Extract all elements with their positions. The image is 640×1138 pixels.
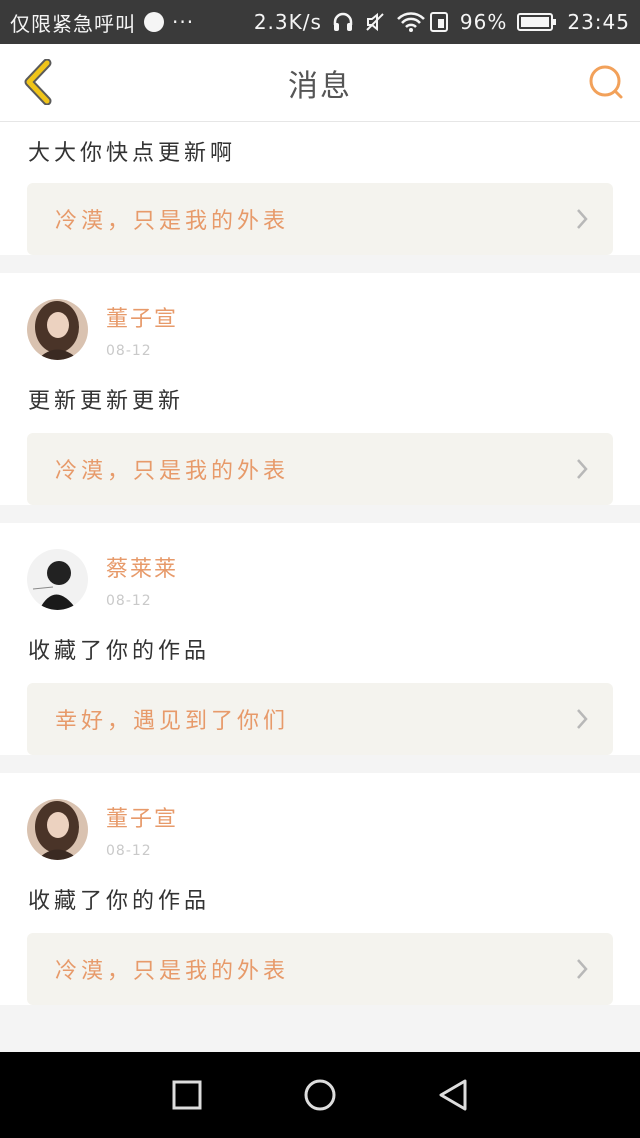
message-date: 08-12 [106, 593, 152, 609]
chevron-right-icon [577, 459, 588, 479]
message-text: 收藏了你的作品 [28, 889, 211, 914]
message-text: 大大你快点更新啊 [28, 141, 237, 166]
message-card: 蔡莱莱 08-12 收藏了你的作品 幸好，遇见到了你们 [0, 523, 640, 755]
referenced-work-title: 冷漠，只是我的外表 [55, 459, 290, 484]
message-text: 更新更新更新 [28, 389, 185, 414]
message-card: 董子宣 08-12 更新更新更新 冷漠，只是我的外表 [0, 273, 640, 505]
referenced-work-link[interactable]: 冷漠，只是我的外表 [27, 183, 613, 255]
back-button[interactable] [14, 58, 62, 106]
message-card: 董子宣 08-12 收藏了你的作品 冷漠，只是我的外表 [0, 773, 640, 1005]
square-icon [172, 1080, 202, 1110]
referenced-work-link[interactable]: 冷漠，只是我的外表 [27, 933, 613, 1005]
referenced-work-title: 冷漠，只是我的外表 [55, 209, 290, 234]
search-icon [589, 65, 623, 99]
circle-icon [304, 1079, 336, 1111]
message-list[interactable]: 大大你快点更新啊 冷漠，只是我的外表 董子宣 08-12 更新更新更新 冷漠，只… [0, 123, 640, 1052]
system-back-button[interactable] [428, 1070, 478, 1120]
referenced-work-title: 冷漠，只是我的外表 [55, 959, 290, 984]
recents-button[interactable] [162, 1070, 212, 1120]
chevron-right-icon [577, 709, 588, 729]
network-speed: 2.3K/s [253, 10, 322, 34]
referenced-work-link[interactable]: 幸好，遇见到了你们 [27, 683, 613, 755]
avatar[interactable] [27, 549, 88, 610]
headphone-icon [332, 11, 354, 33]
status-bar: 仅限紧急呼叫 ··· 2.3K/s 96% 23:45 [0, 0, 640, 44]
page-title: 消息 [288, 68, 352, 104]
chevron-left-icon [24, 59, 52, 105]
referenced-work-title: 幸好，遇见到了你们 [55, 709, 290, 734]
triangle-back-icon [439, 1079, 467, 1111]
clock: 23:45 [567, 10, 630, 34]
carrier-text: 仅限紧急呼叫 [10, 11, 136, 36]
system-nav-bar [0, 1052, 640, 1138]
sim-icon [428, 11, 450, 33]
avatar[interactable] [27, 299, 88, 360]
message-text: 收藏了你的作品 [28, 639, 211, 664]
chevron-right-icon [577, 959, 588, 979]
app-header: 消息 [0, 44, 640, 122]
username[interactable]: 董子宣 [106, 801, 178, 833]
search-button[interactable] [586, 62, 626, 102]
battery-icon [517, 11, 557, 33]
chevron-right-icon [577, 209, 588, 229]
globe-icon [144, 12, 164, 32]
referenced-work-link[interactable]: 冷漠，只是我的外表 [27, 433, 613, 505]
more-notifications-icon: ··· [172, 10, 195, 34]
mute-icon [364, 11, 386, 33]
wifi-icon [396, 11, 425, 33]
message-date: 08-12 [106, 343, 152, 359]
username[interactable]: 董子宣 [106, 301, 178, 333]
home-button[interactable] [295, 1070, 345, 1120]
username[interactable]: 蔡莱莱 [106, 551, 178, 583]
message-card: 大大你快点更新啊 冷漠，只是我的外表 [0, 123, 640, 255]
avatar[interactable] [27, 799, 88, 860]
message-date: 08-12 [106, 843, 152, 859]
battery-percent: 96% [459, 10, 508, 34]
